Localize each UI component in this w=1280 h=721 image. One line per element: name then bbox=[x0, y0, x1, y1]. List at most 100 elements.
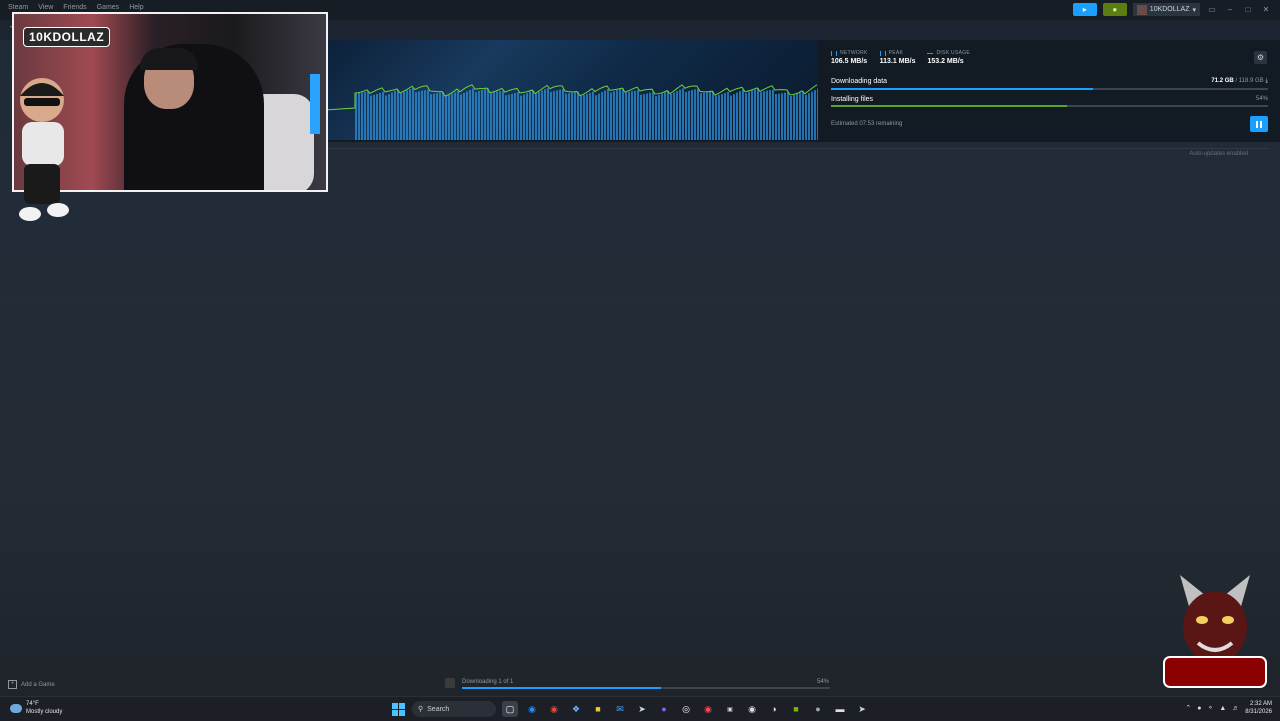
bandwidth-bar bbox=[418, 91, 420, 140]
bandwidth-bar bbox=[550, 92, 552, 140]
download-stats: NETWORK 106.5 MB/s PEAK 113.1 MB/s DISK … bbox=[831, 50, 970, 65]
menu-games[interactable]: Games bbox=[97, 4, 120, 11]
bandwidth-bar bbox=[640, 94, 642, 140]
menu-help[interactable]: Help bbox=[129, 4, 143, 11]
bandwidth-bar bbox=[808, 93, 810, 140]
volume-icon[interactable]: ♬ bbox=[1232, 705, 1239, 712]
bandwidth-bar bbox=[568, 93, 570, 140]
minimize-button[interactable]: – bbox=[1224, 5, 1236, 14]
bandwidth-bar bbox=[409, 89, 411, 140]
network-value: 106.5 MB/s bbox=[831, 58, 868, 65]
gog-icon[interactable]: ◑ bbox=[766, 701, 782, 717]
peak-value: 113.1 MB/s bbox=[879, 58, 916, 65]
valorant-icon[interactable]: ◉ bbox=[700, 701, 716, 717]
bandwidth-bar bbox=[376, 93, 378, 140]
weather-widget[interactable]: 74°F Mostly cloudy bbox=[10, 700, 62, 716]
bandwidth-bar bbox=[571, 92, 573, 140]
bandwidth-bar bbox=[514, 92, 516, 140]
clock[interactable]: 2:32 AM 8/31/2026 bbox=[1245, 700, 1272, 716]
bandwidth-bar bbox=[580, 95, 582, 140]
epic-games-icon[interactable]: ▣ bbox=[722, 701, 738, 717]
peak-bars-icon bbox=[879, 50, 886, 56]
steam-running-icon[interactable]: ➤ bbox=[854, 701, 870, 717]
bandwidth-bar bbox=[574, 92, 576, 140]
bandwidth-bar bbox=[601, 92, 603, 140]
bandwidth-bar bbox=[433, 93, 435, 140]
bandwidth-bar bbox=[799, 92, 801, 140]
file-explorer-icon[interactable]: ■ bbox=[590, 701, 606, 717]
microphone-icon[interactable]: ⚬ bbox=[1207, 704, 1213, 712]
terminal-icon[interactable]: ▬ bbox=[832, 701, 848, 717]
download-status-text: Downloading 1 of 1 bbox=[462, 679, 514, 685]
bandwidth-bar bbox=[781, 93, 783, 140]
chevron-up-icon[interactable]: ⌃ bbox=[1185, 704, 1191, 712]
peak-label: PEAK bbox=[888, 50, 904, 56]
bandwidth-bar bbox=[673, 92, 675, 140]
bandwidth-bar bbox=[745, 93, 747, 140]
bandwidth-bar bbox=[667, 90, 669, 140]
menu-friends[interactable]: Friends bbox=[63, 4, 86, 11]
bandwidth-bar bbox=[361, 92, 363, 140]
bandwidth-bar bbox=[592, 91, 594, 140]
wifi-icon[interactable]: ▲ bbox=[1219, 705, 1226, 712]
download-status-bar[interactable]: Downloading 1 of 1 54% bbox=[445, 677, 835, 691]
big-picture-icon[interactable]: ▭ bbox=[1206, 5, 1218, 14]
bandwidth-bar bbox=[703, 92, 705, 140]
bandwidth-bar bbox=[718, 94, 720, 140]
tray-app-icon[interactable]: ● bbox=[1197, 705, 1201, 712]
maximize-button[interactable]: □ bbox=[1242, 5, 1254, 14]
edge-icon[interactable]: ◉ bbox=[524, 701, 540, 717]
bandwidth-bar bbox=[595, 95, 597, 140]
status-progress-fill bbox=[462, 687, 661, 689]
led-light bbox=[310, 74, 320, 134]
disk-label: DISK USAGE bbox=[936, 50, 971, 56]
github-icon[interactable]: ◉ bbox=[744, 701, 760, 717]
install-progress-fill bbox=[831, 105, 1067, 107]
account-menu[interactable]: 10KDOLLAZ ▾ bbox=[1132, 3, 1200, 16]
app-icon[interactable]: ● bbox=[810, 701, 826, 717]
bandwidth-bar bbox=[649, 92, 651, 140]
bandwidth-bar bbox=[739, 91, 741, 140]
chrome-icon[interactable]: ◉ bbox=[546, 701, 562, 717]
notifications-button[interactable]: ● bbox=[1102, 3, 1127, 16]
clock-time: 2:32 AM bbox=[1249, 701, 1272, 707]
bandwidth-bar bbox=[520, 95, 522, 140]
bandwidth-bar bbox=[583, 94, 585, 140]
pause-button[interactable] bbox=[1250, 116, 1268, 132]
bandwidth-bar bbox=[805, 94, 807, 140]
install-progress-track bbox=[831, 105, 1268, 107]
taskbar-search[interactable]: ⚲ Search bbox=[412, 701, 496, 717]
menu-steam[interactable]: Steam bbox=[8, 4, 28, 11]
bandwidth-bar bbox=[736, 92, 738, 140]
account-name: 10KDOLLAZ bbox=[1149, 6, 1190, 13]
add-game-button[interactable]: + Add a Game bbox=[8, 680, 55, 689]
bandwidth-bar bbox=[547, 88, 549, 140]
temperature: 74°F bbox=[26, 701, 39, 707]
gear-icon[interactable]: ⚙ bbox=[1254, 51, 1267, 64]
cloud-icon bbox=[10, 703, 22, 713]
obs-icon[interactable]: ◎ bbox=[678, 701, 694, 717]
discord-icon[interactable]: ● bbox=[656, 701, 672, 717]
task-view-icon[interactable]: ▢ bbox=[502, 701, 518, 717]
bandwidth-bar bbox=[475, 92, 477, 140]
bandwidth-bar bbox=[484, 89, 486, 140]
mail-icon[interactable]: ✉ bbox=[612, 701, 628, 717]
steam-icon[interactable]: ➤ bbox=[634, 701, 650, 717]
bandwidth-bar bbox=[394, 91, 396, 140]
installing-label: Installing files bbox=[831, 96, 874, 103]
pause-icon-bar bbox=[1260, 120, 1262, 128]
close-button[interactable]: ✕ bbox=[1260, 5, 1272, 14]
start-button[interactable] bbox=[390, 701, 406, 717]
bandwidth-bar bbox=[742, 89, 744, 140]
menu-view[interactable]: View bbox=[38, 4, 53, 11]
announcements-button[interactable]: ▸ bbox=[1072, 3, 1097, 16]
bandwidth-bar bbox=[637, 90, 639, 140]
bandwidth-bar bbox=[709, 91, 711, 140]
download-total: / 118.9 GB bbox=[1235, 78, 1264, 84]
nvidia-icon[interactable]: ■ bbox=[788, 701, 804, 717]
copilot-icon[interactable]: ❖ bbox=[568, 701, 584, 717]
bandwidth-bar bbox=[436, 93, 438, 140]
bandwidth-bar bbox=[451, 93, 453, 140]
bandwidth-bar bbox=[565, 93, 567, 140]
download-status-percent: 54% bbox=[816, 679, 829, 685]
